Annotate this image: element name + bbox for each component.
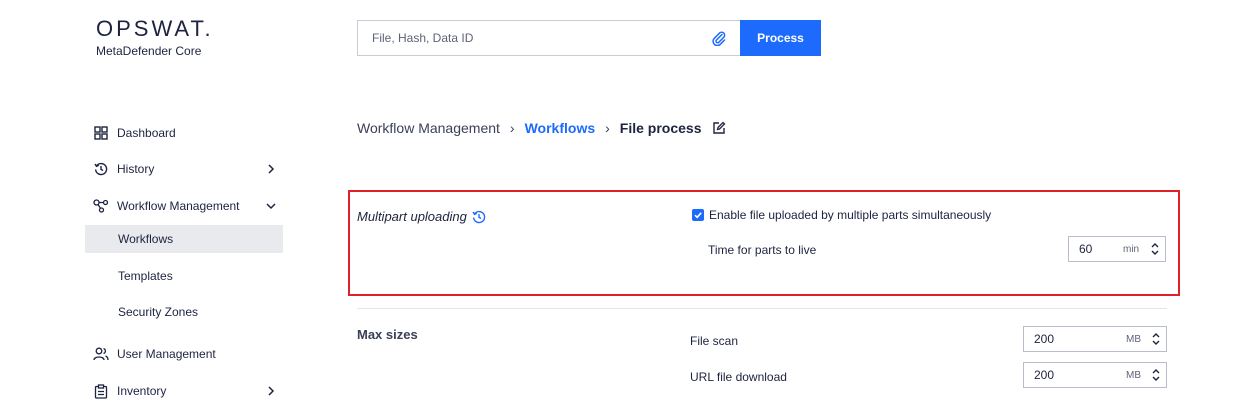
- sidebar-subitem-templates[interactable]: Templates: [85, 262, 283, 290]
- multipart-enable-checkbox[interactable]: [692, 209, 704, 221]
- sidebar-subitem-security-zones[interactable]: Security Zones: [85, 298, 283, 326]
- chevron-down-icon: [266, 203, 276, 210]
- file-scan-stepper[interactable]: 200 MB: [1023, 326, 1167, 352]
- edit-icon[interactable]: [712, 121, 726, 135]
- multipart-section-title: Multipart uploading: [357, 208, 486, 224]
- multipart-title-text: Multipart uploading: [357, 208, 467, 224]
- sidebar-item-label: Dashboard: [117, 126, 176, 140]
- spinner-arrows-icon[interactable]: [1152, 331, 1160, 347]
- search-box: [357, 20, 741, 56]
- history-icon: [93, 161, 109, 177]
- ttl-unit: min: [1123, 243, 1140, 255]
- url-download-unit: MB: [1126, 369, 1141, 381]
- brand-logo[interactable]: OPSWAT. MetaDefender Core: [96, 16, 214, 59]
- section-divider: [357, 308, 1167, 309]
- page-title: File process: [619, 120, 702, 136]
- ttl-label: Time for parts to live: [708, 243, 817, 257]
- history-icon[interactable]: [472, 210, 486, 224]
- spinner-arrows-icon[interactable]: [1151, 241, 1159, 257]
- max-sizes-title: Max sizes: [357, 327, 418, 342]
- sidebar-item-dashboard[interactable]: Dashboard: [85, 119, 283, 147]
- workflow-icon: [93, 198, 109, 214]
- grid-icon: [93, 125, 109, 141]
- breadcrumb-root[interactable]: Workflow Management: [357, 120, 500, 136]
- sidebar-item-label: User Management: [117, 347, 216, 361]
- url-download-label: URL file download: [690, 370, 787, 384]
- ttl-value: 60: [1079, 242, 1093, 256]
- sidebar-item-label: Workflow Management: [117, 199, 240, 213]
- brand-name: OPSWAT.: [96, 16, 214, 41]
- chevron-right-icon: [268, 164, 275, 174]
- chevron-right-icon: ›: [605, 120, 610, 136]
- chevron-right-icon: ›: [509, 120, 515, 136]
- chevron-right-icon: [268, 386, 275, 396]
- sidebar-item-user-management[interactable]: User Management: [85, 340, 283, 368]
- breadcrumb-workflows-link[interactable]: Workflows: [525, 120, 596, 136]
- paperclip-icon[interactable]: [711, 30, 727, 46]
- url-download-stepper[interactable]: 200 MB: [1023, 362, 1167, 388]
- sidebar-item-inventory[interactable]: Inventory: [85, 377, 283, 405]
- spinner-arrows-icon[interactable]: [1152, 367, 1160, 383]
- checkmark-icon: [694, 212, 702, 219]
- sidebar-subitem-workflows[interactable]: Workflows: [85, 225, 283, 253]
- clipboard-icon: [93, 383, 109, 399]
- url-download-value: 200: [1034, 368, 1055, 382]
- sidebar-item-workflow-management[interactable]: Workflow Management: [85, 192, 283, 220]
- search-input[interactable]: [372, 31, 702, 45]
- multipart-enable-row[interactable]: Enable file uploaded by multiple parts s…: [692, 208, 991, 222]
- file-scan-value: 200: [1034, 332, 1055, 346]
- ttl-stepper[interactable]: 60 min: [1068, 236, 1166, 262]
- breadcrumb: Workflow Management › Workflows › File p…: [357, 120, 726, 136]
- sidebar-item-label: History: [117, 162, 155, 176]
- file-scan-label: File scan: [690, 334, 739, 348]
- sidebar-item-history[interactable]: History: [85, 155, 283, 183]
- multipart-enable-label: Enable file uploaded by multiple parts s…: [709, 208, 992, 222]
- sidebar-item-label: Inventory: [117, 384, 167, 398]
- users-icon: [93, 346, 109, 362]
- file-scan-unit: MB: [1126, 333, 1141, 345]
- process-button[interactable]: Process: [740, 20, 821, 56]
- product-name: MetaDefender Core: [96, 44, 202, 58]
